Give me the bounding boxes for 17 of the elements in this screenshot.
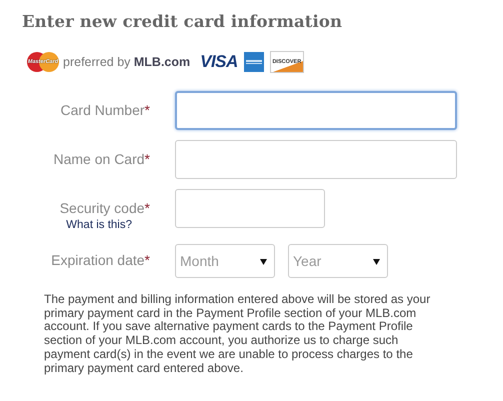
input-field[interactable]: [175, 189, 325, 228]
caret-icon: [260, 258, 267, 264]
field-label: Expiration date*: [51, 252, 150, 268]
preferred-text: preferred by MLB.com: [63, 55, 190, 69]
input-field[interactable]: [175, 91, 457, 130]
visa-logo: VISA: [200, 52, 238, 72]
caret-icon: [373, 258, 380, 264]
field-label: Card Number*: [60, 102, 150, 118]
amex-logo: [244, 52, 264, 72]
notice-text: The payment and billing information entered above will be stored as your primary payment card in the Payment Profile section of your MLB.com account. If you save alternative payment cards to the Payment Profile section of your MLB.com account, you authorize us to charge such payment card(s) in the event we are unable to process charges to the primary payment card entered above.: [44, 293, 432, 376]
input-field[interactable]: [175, 140, 457, 179]
help-link[interactable]: What is this?: [66, 219, 132, 231]
field-label: Name on Card*: [54, 151, 150, 167]
dropdown[interactable]: Year: [288, 244, 388, 278]
page-title: Enter new credit card information: [22, 12, 344, 31]
field-label: Security code*: [60, 200, 150, 216]
dropdown[interactable]: Month: [175, 244, 275, 278]
